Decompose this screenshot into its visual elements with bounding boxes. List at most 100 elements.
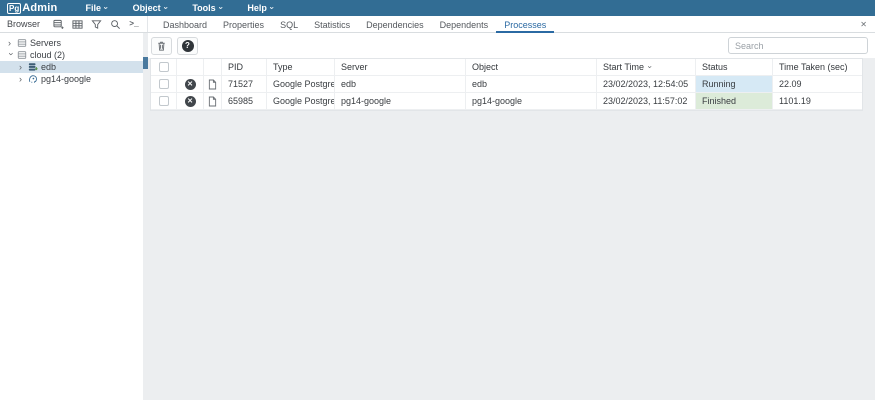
row-stop: ✕: [177, 76, 204, 93]
close-icon[interactable]: ✕: [860, 20, 867, 29]
filter-icon[interactable]: [90, 18, 102, 30]
menu-help-label: Help: [247, 3, 267, 13]
tab-processes[interactable]: Processes: [496, 16, 554, 33]
tree-item-servers[interactable]: › Servers: [0, 37, 143, 49]
menu-tools-label: Tools: [192, 3, 215, 13]
tree-item-label: Servers: [30, 38, 61, 48]
top-menubar: Pg Admin File › Object › Tools › Help ›: [0, 0, 875, 16]
cell-type: Google PostgreSQL: [267, 76, 335, 93]
header-object[interactable]: Object: [466, 59, 597, 76]
cell-object: edb: [466, 76, 597, 93]
content-area: › Servers › cloud (2) › edb › pg14-g: [0, 33, 875, 400]
tab-properties[interactable]: Properties: [215, 16, 272, 32]
pgadmin-logo: Pg Admin: [7, 2, 57, 14]
row-checkbox[interactable]: [159, 79, 169, 89]
tab-dependents[interactable]: Dependents: [432, 16, 497, 32]
cell-time-taken: 1101.19: [773, 93, 862, 110]
cell-pid: 65985: [222, 93, 267, 110]
header-select-all: [151, 59, 177, 76]
search-input[interactable]: [728, 37, 868, 54]
cell-server: pg14-google: [335, 93, 466, 110]
header-server[interactable]: Server: [335, 59, 466, 76]
menu-help[interactable]: Help ›: [247, 3, 272, 13]
menu-file-label: File: [85, 3, 101, 13]
terminal-icon[interactable]: >_: [128, 18, 140, 30]
add-server-icon[interactable]: [52, 18, 64, 30]
header-details-col: [204, 59, 222, 76]
browser-panel-toolbar: >_: [52, 18, 140, 30]
select-all-checkbox[interactable]: [159, 62, 169, 72]
menu-tools[interactable]: Tools ›: [192, 3, 221, 13]
postgres-server-icon: [28, 74, 38, 84]
chevron-right-icon[interactable]: ›: [8, 39, 14, 48]
processes-grid: PID Type Server Object Start Time › Stat…: [151, 59, 862, 110]
browser-panel-header: Browser >_: [0, 16, 148, 32]
header-start-time-label: Start Time: [603, 59, 644, 75]
edb-server-icon: [28, 62, 38, 72]
process-details-icon[interactable]: [208, 79, 217, 90]
processes-toolbar: ?: [148, 33, 875, 58]
tab-statistics[interactable]: Statistics: [306, 16, 358, 32]
cell-start-time: 23/02/2023, 12:54:05: [597, 76, 696, 93]
row-details: [204, 76, 222, 93]
terminal-glyph: >_: [129, 20, 139, 29]
cell-time-taken: 22.09: [773, 76, 862, 93]
tab-sql[interactable]: SQL: [272, 16, 306, 32]
menu-object-label: Object: [133, 3, 161, 13]
server-group-icon: [17, 38, 27, 48]
header-pid[interactable]: PID: [222, 59, 267, 76]
tree-item-cloud[interactable]: › cloud (2): [0, 49, 143, 61]
sort-desc-icon: ›: [641, 66, 657, 69]
tree-item-label: cloud (2): [30, 50, 65, 60]
cell-type: Google PostgreSQL: [267, 93, 335, 110]
chevron-right-icon[interactable]: ›: [19, 63, 25, 72]
cell-object: pg14-google: [466, 93, 597, 110]
search-icon[interactable]: [109, 18, 121, 30]
cell-start-time: 23/02/2023, 11:57:02: [597, 93, 696, 110]
row-select: [151, 76, 177, 93]
row-checkbox[interactable]: [159, 96, 169, 106]
tree-item-label: edb: [41, 62, 56, 72]
pgadmin-logo-pg: Pg: [7, 3, 21, 14]
cell-server: edb: [335, 76, 466, 93]
chevron-down-icon: ›: [101, 7, 109, 10]
chevron-down-icon: ›: [161, 7, 169, 10]
server-group-icon: [17, 50, 27, 60]
cell-pid: 71527: [222, 76, 267, 93]
tree-item-pg14-google[interactable]: › pg14-google: [0, 73, 143, 85]
splitter-thumb[interactable]: [143, 57, 148, 69]
header-status[interactable]: Status: [696, 59, 773, 76]
tree-item-edb[interactable]: › edb: [0, 61, 143, 73]
grid-icon[interactable]: [71, 18, 83, 30]
panel-tabbar: Dashboard Properties SQL Statistics Depe…: [148, 16, 875, 32]
tab-dashboard[interactable]: Dashboard: [155, 16, 215, 32]
menu-file[interactable]: File ›: [85, 3, 106, 13]
panel-splitter[interactable]: [143, 33, 148, 400]
help-button[interactable]: ?: [177, 37, 198, 55]
tab-dependencies[interactable]: Dependencies: [358, 16, 432, 32]
tree-item-label: pg14-google: [41, 74, 91, 84]
status-badge: Running: [696, 76, 773, 93]
pgadmin-logo-admin: Admin: [22, 2, 57, 14]
chevron-down-icon: ›: [267, 7, 275, 10]
process-details-icon[interactable]: [208, 96, 217, 107]
help-icon: ?: [182, 40, 194, 52]
row-select: [151, 93, 177, 110]
browser-tree: › Servers › cloud (2) › edb › pg14-g: [0, 33, 143, 400]
row-stop: ✕: [177, 93, 204, 110]
header-start-time[interactable]: Start Time ›: [597, 59, 696, 76]
chevron-down-icon: ›: [216, 7, 224, 10]
menu-object[interactable]: Object ›: [133, 3, 167, 13]
header-type[interactable]: Type: [267, 59, 335, 76]
status-badge: Finished: [696, 93, 773, 110]
header-stop-col: [177, 59, 204, 76]
chevron-down-icon[interactable]: ›: [7, 52, 16, 58]
header-time-taken[interactable]: Time Taken (sec): [773, 59, 862, 76]
chevron-right-icon[interactable]: ›: [19, 75, 25, 84]
browser-panel-title: Browser: [7, 19, 52, 29]
delete-button[interactable]: [151, 37, 172, 55]
stop-process-icon[interactable]: ✕: [185, 79, 196, 90]
stop-process-icon[interactable]: ✕: [185, 96, 196, 107]
processes-table: PID Type Server Object Start Time › Stat…: [150, 58, 863, 111]
second-band: Browser >_ Dashboard Properties SQL Stat…: [0, 16, 875, 33]
